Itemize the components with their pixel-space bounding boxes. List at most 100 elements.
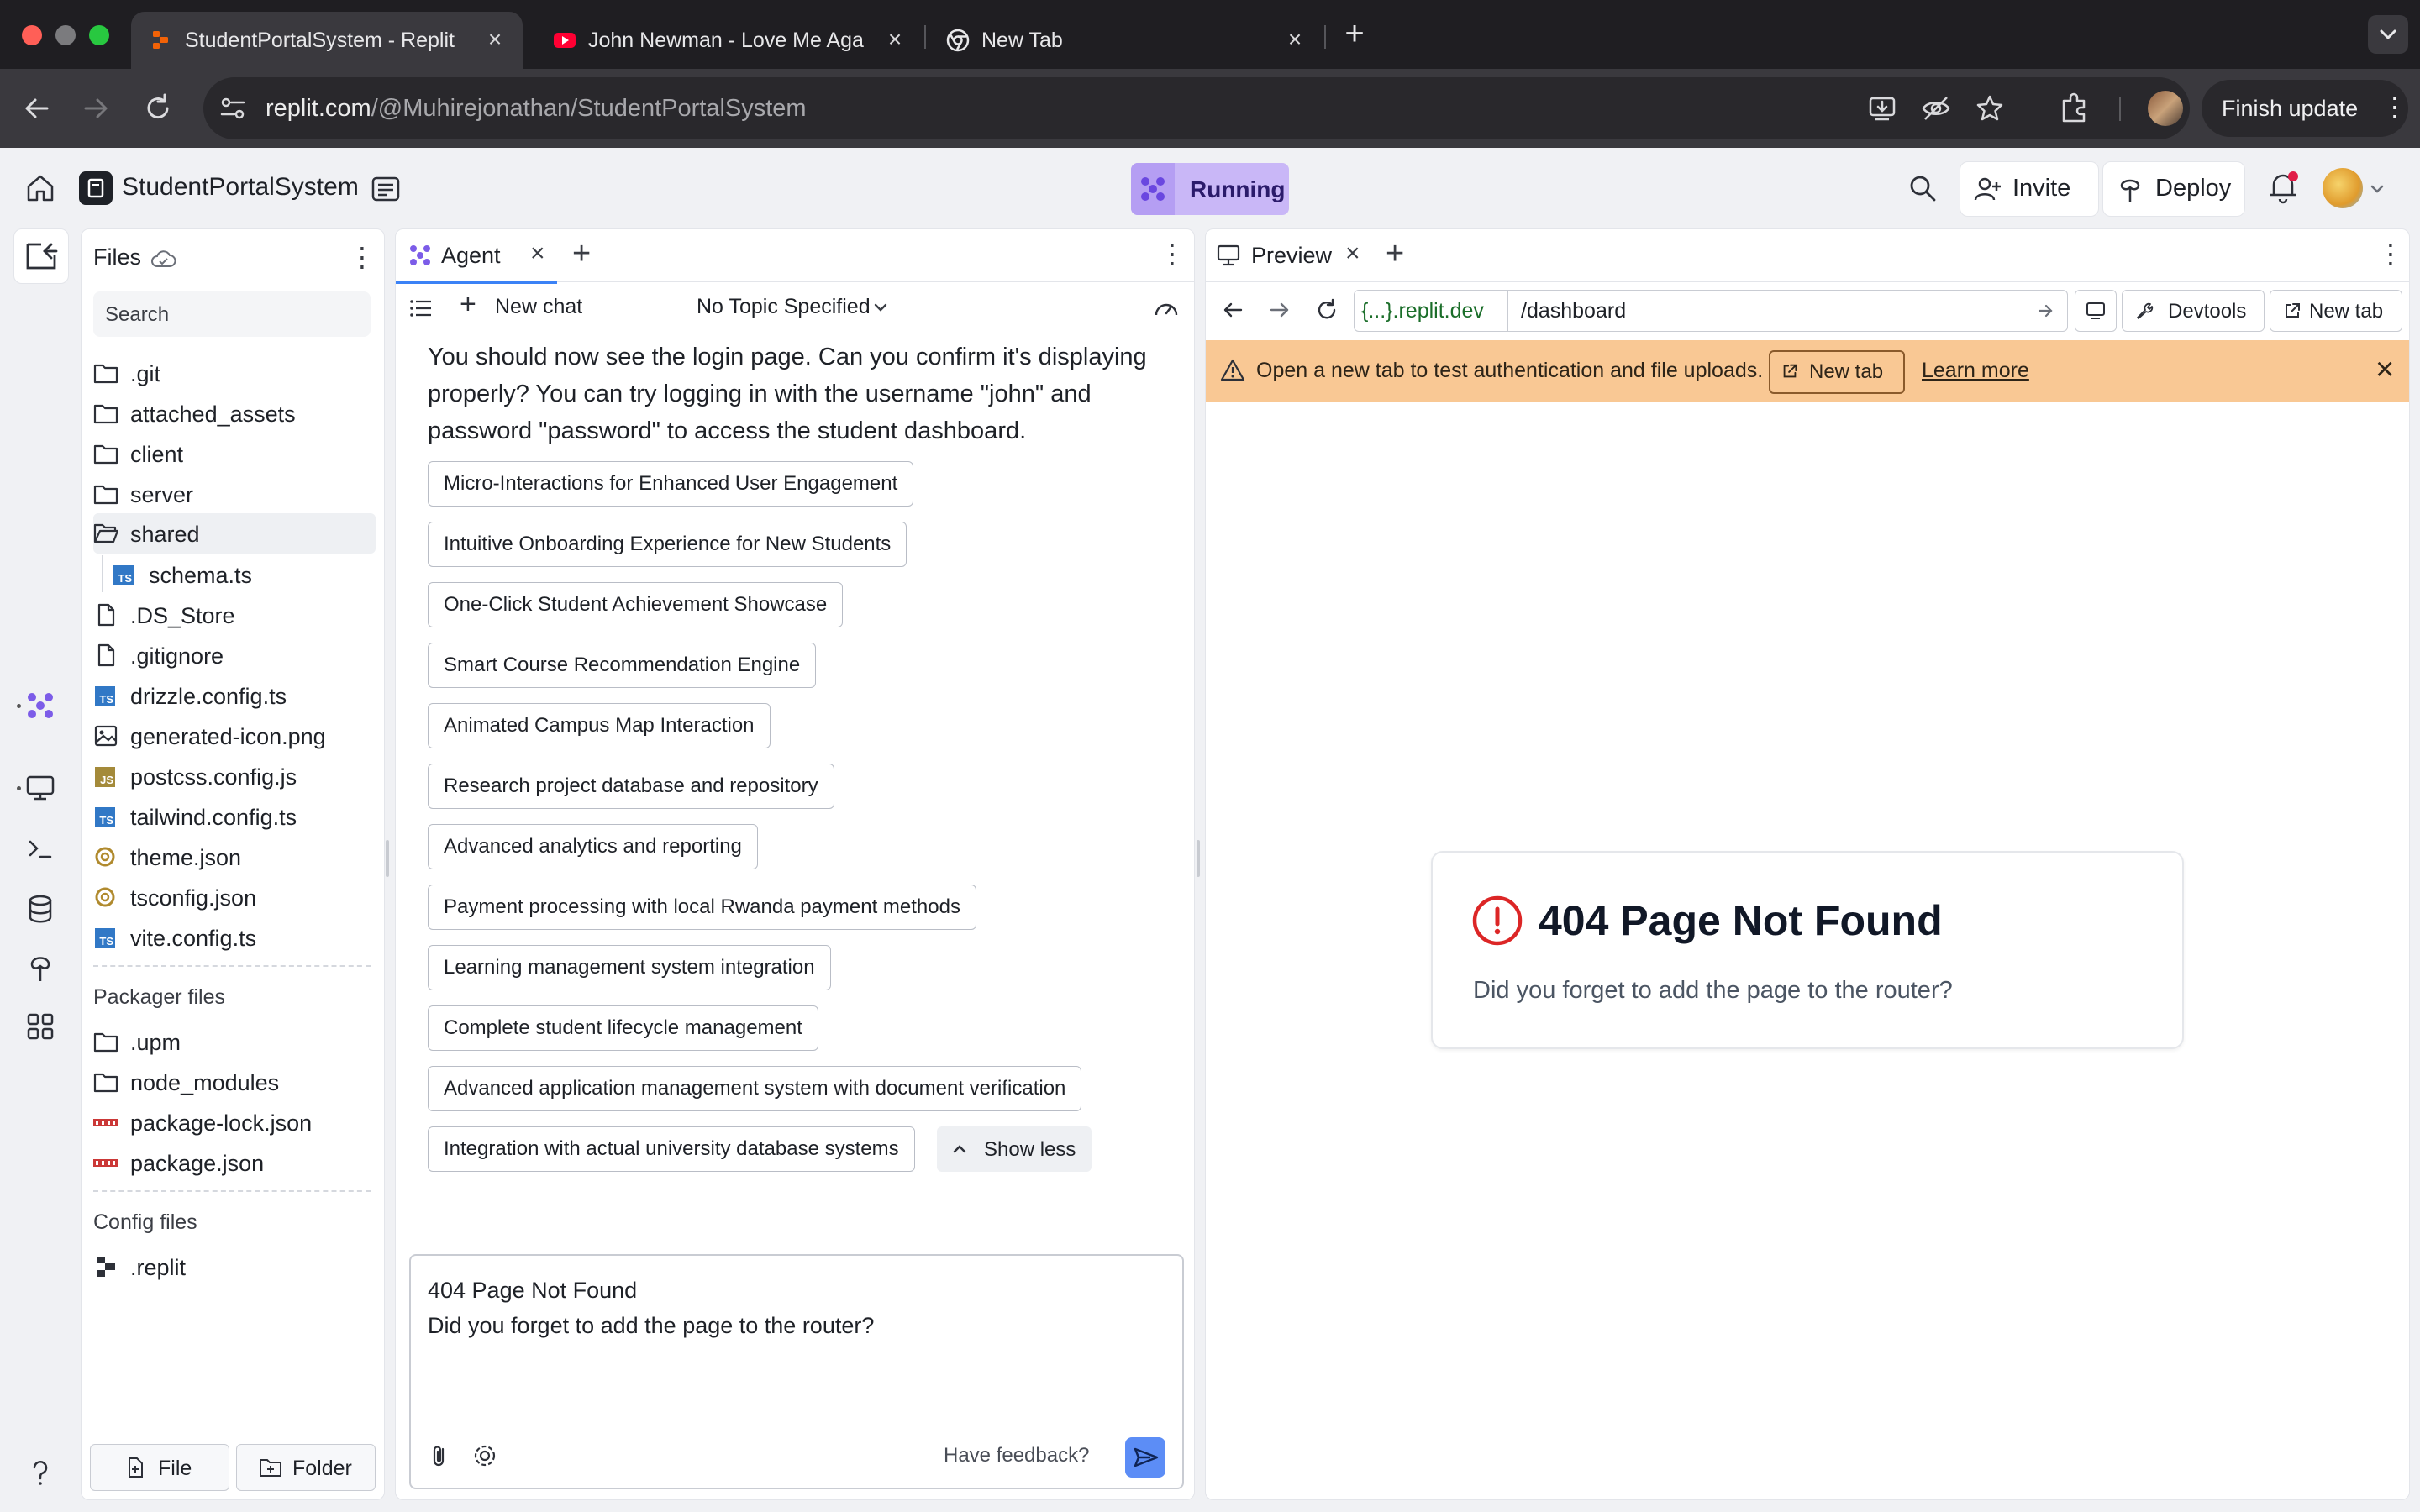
file-item-server[interactable]: server bbox=[93, 475, 371, 513]
preview-url-bar[interactable]: {...}.replit.dev /dashboard bbox=[1354, 290, 2068, 332]
suggestion-chip[interactable]: Research project database and repository bbox=[428, 764, 834, 809]
speedometer-icon[interactable] bbox=[1152, 295, 1181, 323]
device-toggle-button[interactable] bbox=[2075, 290, 2117, 332]
topic-selector[interactable]: No Topic Specified bbox=[697, 295, 871, 319]
agent-icon[interactable] bbox=[24, 689, 57, 722]
help-question-icon[interactable] bbox=[24, 1457, 57, 1490]
bookmark-star-icon[interactable] bbox=[1975, 93, 2005, 123]
close-tab-icon[interactable]: × bbox=[530, 239, 545, 268]
site-settings-icon[interactable] bbox=[218, 94, 247, 123]
new-chat-button[interactable]: New chat bbox=[495, 295, 582, 319]
close-banner-icon[interactable]: × bbox=[2375, 352, 2394, 388]
file-item-replit[interactable]: .replit bbox=[93, 1247, 371, 1286]
banner-new-tab-button[interactable]: New tab bbox=[1769, 350, 1905, 394]
files-search-input[interactable]: Search bbox=[93, 291, 371, 337]
all-tools-grid-icon[interactable] bbox=[24, 1010, 57, 1043]
settings-gear-icon[interactable] bbox=[471, 1442, 498, 1469]
project-info-icon[interactable] bbox=[370, 173, 402, 205]
chevron-down-icon[interactable] bbox=[871, 298, 890, 317]
suggestion-chip[interactable]: Advanced analytics and reporting bbox=[428, 824, 758, 869]
reload-icon[interactable] bbox=[1313, 297, 1340, 323]
paperclip-icon[interactable] bbox=[426, 1442, 453, 1469]
close-tab-icon[interactable]: × bbox=[882, 27, 908, 52]
file-item-gitignore[interactable]: .gitignore bbox=[93, 636, 371, 675]
suggestion-chip[interactable]: Animated Campus Map Interaction bbox=[428, 703, 771, 748]
file-tree-toggle-button[interactable] bbox=[13, 228, 69, 284]
file-item-package-lock[interactable]: package-lock.json bbox=[93, 1103, 371, 1142]
browser-tab-youtube[interactable]: John Newman - Love Me Again × bbox=[534, 12, 923, 69]
preview-monitor-icon[interactable] bbox=[24, 771, 57, 805]
install-app-icon[interactable] bbox=[1867, 93, 1897, 123]
url-bar[interactable]: replit.com/@Muhirejonathan/StudentPortal… bbox=[203, 77, 2190, 139]
finish-update-button[interactable]: Finish update ⋮ bbox=[2202, 80, 2408, 137]
deploy-button[interactable]: Deploy bbox=[2102, 161, 2245, 217]
suggestion-chip[interactable]: Payment processing with local Rwanda pay… bbox=[428, 885, 976, 930]
back-arrow-icon[interactable] bbox=[18, 90, 55, 127]
reload-icon[interactable] bbox=[139, 90, 176, 127]
file-item-tsconfig-json[interactable]: tsconfig.json bbox=[93, 878, 371, 916]
suggestion-chip[interactable]: Integration with actual university datab… bbox=[428, 1126, 915, 1172]
preview-domain[interactable]: {...}.replit.dev bbox=[1355, 291, 1508, 331]
chat-history-list-icon[interactable] bbox=[408, 295, 434, 322]
add-tab-plus-icon[interactable]: + bbox=[1386, 236, 1404, 272]
close-tab-icon[interactable]: × bbox=[1282, 27, 1307, 52]
search-icon[interactable] bbox=[1906, 171, 1939, 205]
file-item-git[interactable]: .git bbox=[93, 354, 371, 392]
suggestion-chip[interactable]: One-Click Student Achievement Showcase bbox=[428, 582, 844, 627]
have-feedback-link[interactable]: Have feedback? bbox=[944, 1444, 1089, 1467]
close-tab-icon[interactable]: × bbox=[482, 27, 508, 52]
new-folder-button[interactable]: Folder bbox=[236, 1444, 376, 1491]
user-avatar[interactable] bbox=[2323, 168, 2363, 208]
tab-preview[interactable]: Preview × bbox=[1206, 229, 1370, 281]
go-arrow-icon[interactable] bbox=[2035, 301, 2055, 321]
browser-tab-new[interactable]: New Tab × bbox=[928, 12, 1323, 69]
suggestion-chip[interactable]: Smart Course Recommendation Engine bbox=[428, 643, 817, 688]
open-new-tab-button[interactable]: New tab bbox=[2270, 290, 2402, 332]
file-item-upm[interactable]: .upm bbox=[93, 1022, 371, 1061]
file-item-vite-config[interactable]: TS vite.config.ts bbox=[93, 918, 371, 957]
resize-handle[interactable] bbox=[1197, 840, 1200, 877]
eye-slash-icon[interactable] bbox=[1921, 93, 1951, 123]
file-item-node-modules[interactable]: node_modules bbox=[93, 1063, 371, 1101]
learn-more-link[interactable]: Learn more bbox=[1922, 359, 2029, 383]
suggestion-chip[interactable]: Learning management system integration bbox=[428, 945, 831, 990]
suggestion-chip[interactable]: Intuitive Onboarding Experience for New … bbox=[428, 522, 908, 567]
more-vertical-icon[interactable]: ⋮ bbox=[1159, 238, 1186, 270]
chat-input[interactable]: 404 Page Not Found Did you forget to add… bbox=[409, 1254, 1184, 1489]
file-item-attached-assets[interactable]: attached_assets bbox=[93, 394, 371, 433]
suggestion-chip[interactable]: Complete student lifecycle management bbox=[428, 1005, 818, 1051]
suggestion-chip[interactable]: Advanced application management system w… bbox=[428, 1066, 1082, 1111]
shell-terminal-icon[interactable] bbox=[24, 832, 57, 865]
resize-handle[interactable] bbox=[386, 840, 389, 877]
file-item-client[interactable]: client bbox=[93, 434, 371, 473]
forward-arrow-icon[interactable] bbox=[1266, 297, 1293, 323]
profile-avatar[interactable] bbox=[2148, 91, 2183, 126]
notifications-bell-icon[interactable] bbox=[2265, 170, 2301, 205]
back-arrow-icon[interactable] bbox=[1219, 297, 1246, 323]
new-tab-plus-icon[interactable]: + bbox=[1339, 17, 1370, 50]
close-window-button[interactable] bbox=[22, 25, 42, 45]
devtools-button[interactable]: Devtools bbox=[2122, 290, 2265, 332]
file-item-theme-json[interactable]: theme.json bbox=[93, 837, 371, 876]
chevron-down-icon[interactable] bbox=[2368, 180, 2386, 198]
maximize-window-button[interactable] bbox=[89, 25, 109, 45]
minimize-window-button[interactable] bbox=[55, 25, 76, 45]
suggestion-chip[interactable]: Micro-Interactions for Enhanced User Eng… bbox=[428, 461, 914, 507]
file-item-shared[interactable]: shared bbox=[93, 513, 376, 554]
send-button[interactable] bbox=[1125, 1437, 1165, 1478]
home-icon[interactable] bbox=[24, 171, 57, 205]
file-item-drizzle-config[interactable]: TS drizzle.config.ts bbox=[93, 676, 371, 715]
project-name[interactable]: StudentPortalSystem bbox=[122, 173, 359, 202]
tab-search-button[interactable] bbox=[2368, 15, 2408, 54]
tab-agent[interactable]: Agent × bbox=[396, 229, 557, 284]
database-icon[interactable] bbox=[24, 892, 57, 926]
more-vertical-icon[interactable]: ⋮ bbox=[2377, 238, 2404, 270]
file-item-ds-store[interactable]: .DS_Store bbox=[93, 596, 371, 634]
invite-button[interactable]: Invite bbox=[1960, 161, 2099, 217]
forward-arrow-icon[interactable] bbox=[77, 90, 114, 127]
file-item-tailwind-config[interactable]: TS tailwind.config.ts bbox=[93, 797, 371, 836]
add-tab-plus-icon[interactable]: + bbox=[572, 236, 591, 272]
browser-tab-replit[interactable]: StudentPortalSystem - Replit × bbox=[131, 12, 523, 69]
close-tab-icon[interactable]: × bbox=[1345, 239, 1360, 268]
files-more-icon[interactable]: ⋮ bbox=[349, 241, 376, 273]
